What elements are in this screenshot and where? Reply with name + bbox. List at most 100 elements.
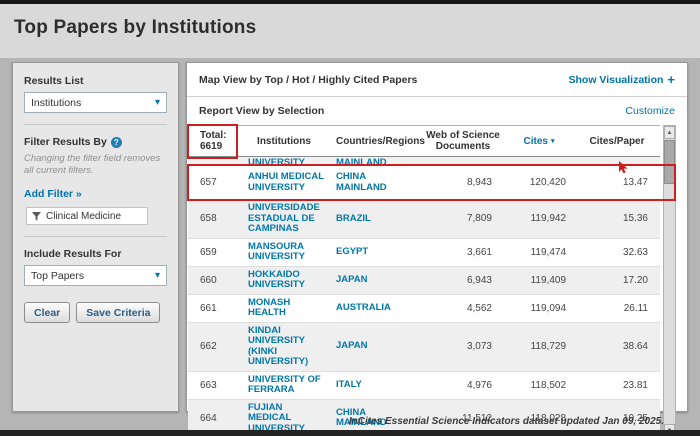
rank-cell: 662 (188, 323, 238, 371)
customize-link[interactable]: Customize (625, 105, 675, 117)
country-cell: CHINA MAINLAND (330, 166, 422, 199)
cites-cell: 119,942 (504, 200, 574, 238)
column-header-cites-paper[interactable]: Cites/Paper (574, 126, 660, 156)
include-results-select[interactable]: Top Papers ▾ (24, 265, 167, 286)
table-row: 662 KINDAI UNIVERSITY (KINKI UNIVERSITY)… (188, 323, 660, 372)
rank-cell: 661 (188, 295, 238, 322)
column-header-cites[interactable]: Cites ▾ (504, 126, 574, 156)
results-list-label: Results List (24, 75, 167, 87)
column-header-documents[interactable]: Web of Science Documents (422, 126, 504, 156)
documents-cell: 8,943 (422, 166, 504, 199)
institution-link[interactable]: UNIVERSIDADE ESTADUAL DE CAMPINAS (248, 203, 326, 235)
total-label: Total: (200, 130, 226, 141)
country-cell: ITALY (330, 372, 422, 399)
applied-filter-label: Clinical Medicine (46, 211, 121, 222)
institution-cell: SHANDONG UNIVERSITY (238, 157, 330, 166)
map-view-bar: Map View by Top / Hot / Highly Cited Pap… (187, 63, 687, 97)
applied-filter-chip[interactable]: Clinical Medicine (26, 207, 148, 225)
report-view-bar: Report View by Selection Customize (187, 97, 687, 125)
save-criteria-button[interactable]: Save Criteria (76, 302, 160, 323)
institution-link[interactable]: ANHUI MEDICAL UNIVERSITY (248, 172, 326, 193)
country-link[interactable]: CHINA MAINLAND (336, 172, 398, 193)
country-link[interactable]: BRAZIL (336, 214, 371, 225)
cites-cell: 118,729 (504, 323, 574, 371)
plus-icon: + (667, 72, 675, 87)
scrollbar-track[interactable] (664, 139, 675, 424)
page-title: Top Papers by Institutions (0, 4, 700, 39)
total-header-cell: Total: 6619 (188, 126, 238, 156)
scrollbar-thumb[interactable] (664, 140, 675, 184)
table-row: 661 MONASH HEALTH AUSTRALIA 4,562 119,09… (188, 295, 660, 323)
institution-link[interactable]: KINDAI UNIVERSITY (KINKI UNIVERSITY) (248, 326, 326, 368)
window-bottom-edge (0, 430, 700, 436)
table-row-partial: SHANDONG UNIVERSITY CHINA MAINLAND (188, 157, 660, 166)
table-row: 663 UNIVERSITY OF FERRARA ITALY 4,976 11… (188, 372, 660, 400)
country-link[interactable]: AUSTRALIA (336, 303, 391, 314)
institution-cell: MANSOURA UNIVERSITY (238, 239, 330, 266)
country-cell: BRAZIL (330, 200, 422, 238)
results-list-select[interactable]: Institutions ▾ (24, 92, 167, 113)
country-cell: JAPAN (330, 323, 422, 371)
country-link[interactable]: JAPAN (336, 341, 368, 352)
documents-cell: 3,661 (422, 239, 504, 266)
institution-link[interactable]: UNIVERSITY OF FERRARA (248, 375, 326, 396)
country-cell: CHINA MAINLAND (330, 157, 422, 166)
cites-paper-cell: 17.20 (574, 267, 660, 294)
filter-icon (32, 212, 41, 221)
column-header-institutions[interactable]: Institutions (238, 126, 330, 156)
table-row: 657 ANHUI MEDICAL UNIVERSITY CHINA MAINL… (188, 166, 660, 200)
clear-button[interactable]: Clear (24, 302, 70, 323)
show-visualization-label: Show Visualization (569, 74, 664, 86)
cites-cell: 118,502 (504, 372, 574, 399)
results-list-value: Institutions (31, 97, 81, 109)
institution-link[interactable]: MONASH HEALTH (248, 298, 326, 319)
page-header: Top Papers by Institutions (0, 4, 700, 58)
institution-link[interactable]: MANSOURA UNIVERSITY (248, 242, 326, 263)
scroll-up-button[interactable]: ▲ (664, 126, 675, 139)
map-view-title: Map View by Top / Hot / Highly Cited Pap… (199, 74, 417, 86)
filter-note: Changing the filter field removes all cu… (24, 153, 166, 176)
sidebar-divider (24, 124, 167, 125)
filter-results-label: Filter Results By ? (24, 136, 167, 148)
help-icon[interactable]: ? (111, 137, 122, 148)
cites-cell: 119,474 (504, 239, 574, 266)
column-header-countries[interactable]: Countries/Regions (330, 126, 422, 156)
cites-cell: 120,420 (504, 166, 574, 199)
sidebar-divider (24, 236, 167, 237)
table-row: 660 HOKKAIDO UNIVERSITY JAPAN 6,943 119,… (188, 267, 660, 295)
cites-cell: 119,409 (504, 267, 574, 294)
cites-header-label: Cites (524, 136, 548, 147)
rank-cell: 660 (188, 267, 238, 294)
institution-link[interactable]: SHANDONG UNIVERSITY (248, 157, 326, 166)
country-cell: EGYPT (330, 239, 422, 266)
chevron-down-icon: ▾ (155, 97, 160, 108)
institution-cell: UNIVERSITY OF FERRARA (238, 372, 330, 399)
cites-paper-cell: 38.64 (574, 323, 660, 371)
institution-cell: MONASH HEALTH (238, 295, 330, 322)
documents-cell: 4,562 (422, 295, 504, 322)
institution-cell: ANHUI MEDICAL UNIVERSITY (238, 166, 330, 199)
add-filter-link[interactable]: Add Filter » (24, 188, 82, 200)
documents-cell: 6,943 (422, 267, 504, 294)
filter-results-text: Filter Results By (24, 136, 107, 148)
sidebar-buttons: Clear Save Criteria (24, 302, 167, 323)
country-link[interactable]: CHINA MAINLAND (336, 157, 398, 166)
documents-cell: 7,809 (422, 200, 504, 238)
show-visualization-link[interactable]: Show Visualization + (569, 72, 676, 87)
table-scrollbar[interactable]: ▲ ▼ (663, 125, 676, 436)
results-table: Total: 6619 Institutions Countries/Regio… (188, 125, 676, 436)
rank-cell (188, 157, 238, 166)
table-row: 658 UNIVERSIDADE ESTADUAL DE CAMPINAS BR… (188, 200, 660, 239)
rank-cell: 658 (188, 200, 238, 238)
rank-cell: 657 (188, 166, 238, 199)
institution-link[interactable]: HOKKAIDO UNIVERSITY (248, 270, 326, 291)
sidebar: Results List Institutions ▾ Filter Resul… (12, 62, 179, 412)
dataset-update-note: InCites Essential Science Indicators dat… (349, 416, 664, 427)
include-results-label: Include Results For (24, 248, 167, 260)
documents-cell: 3,073 (422, 323, 504, 371)
country-link[interactable]: EGYPT (336, 247, 368, 258)
rank-cell: 659 (188, 239, 238, 266)
country-link[interactable]: ITALY (336, 380, 362, 391)
cites-paper-cell: 15.36 (574, 200, 660, 238)
country-link[interactable]: JAPAN (336, 275, 368, 286)
